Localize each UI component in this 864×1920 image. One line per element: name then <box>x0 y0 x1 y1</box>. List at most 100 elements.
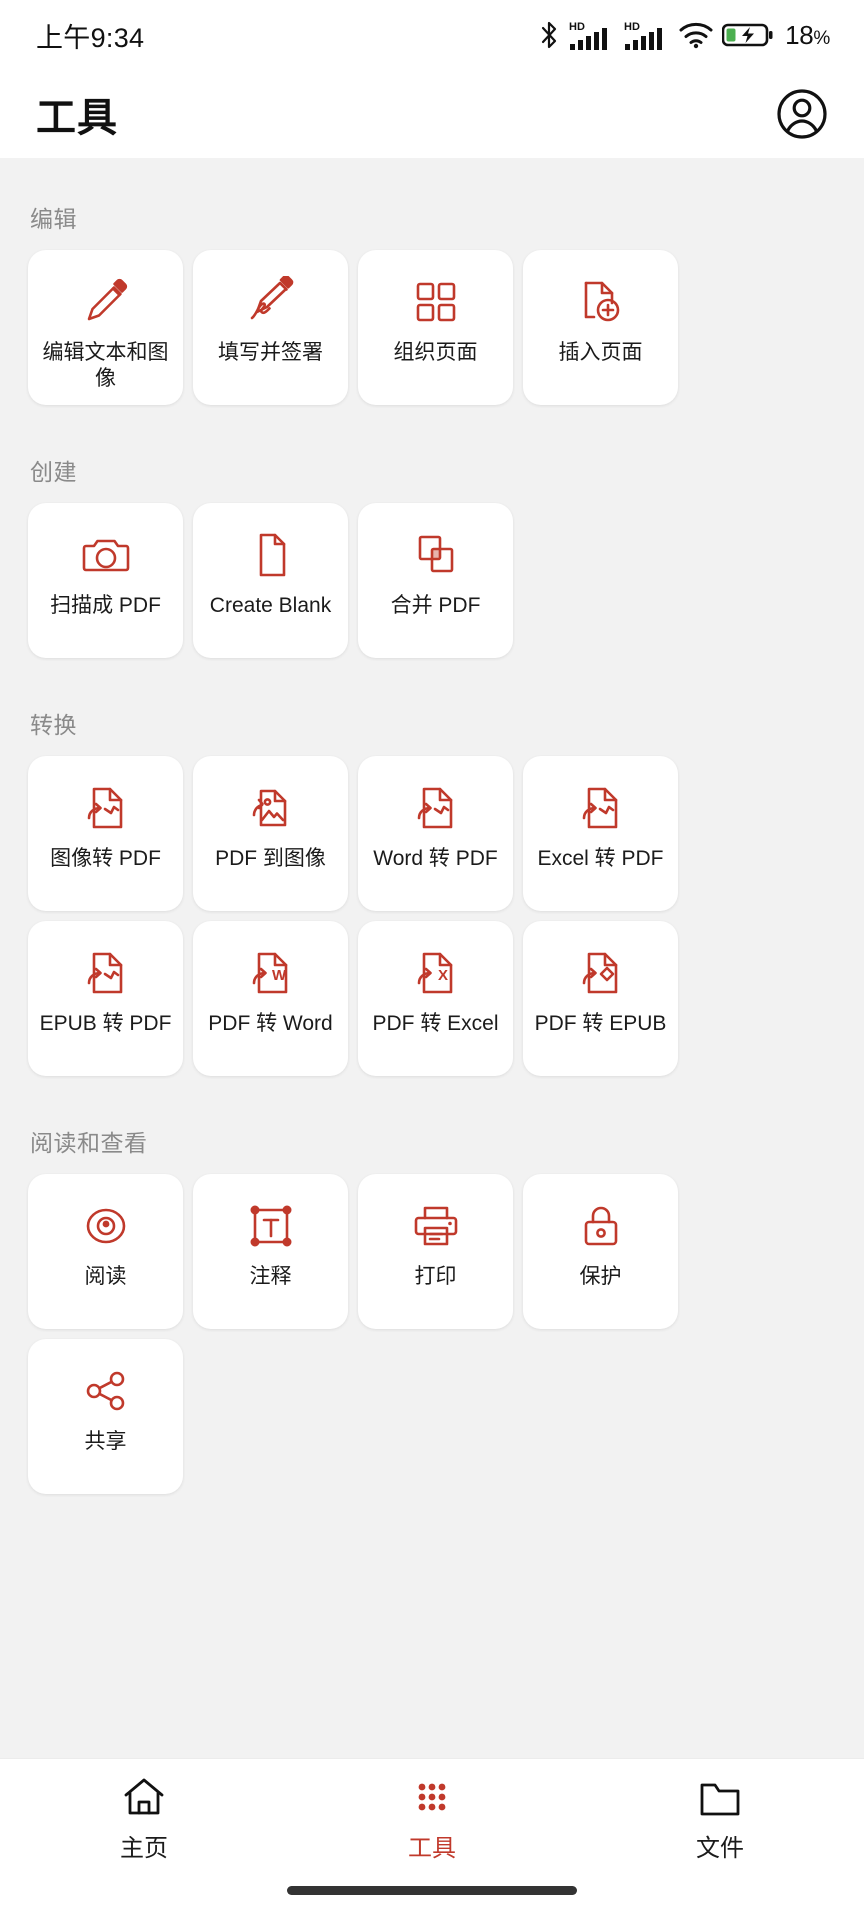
phone-screen: 上午9:34 HD HD 18% 工具 编辑 编辑文本和图像 填写并签署 组织页… <box>0 0 864 1920</box>
tool-card[interactable]: EPUB 转 PDF <box>28 921 183 1076</box>
tool-card-label: 注释 <box>249 1265 292 1288</box>
battery-percent-label: 18% <box>785 19 830 50</box>
status-icon-tray: HD HD 18% <box>538 19 830 51</box>
tool-card[interactable]: Word 转 PDF <box>358 756 513 911</box>
account-circle-icon[interactable] <box>772 84 832 144</box>
grid-pages-icon <box>410 276 462 328</box>
apps-grid-icon <box>409 1773 455 1821</box>
tool-grid: 图像转 PDF PDF 到图像 Word 转 PDF Excel 转 PDF EPUB … <box>28 756 836 1076</box>
status-bar: 上午9:34 HD HD 18% <box>0 0 864 70</box>
nav-item-tools[interactable]: 工具 <box>332 1773 532 1863</box>
tool-card-label: 保护 <box>579 1265 622 1288</box>
battery-charging-icon <box>722 21 774 49</box>
tool-card[interactable]: 扫描成 PDF <box>28 503 183 658</box>
tool-section: 编辑编辑文本和图像 填写并签署 组织页面 插入页面 <box>28 158 836 405</box>
svg-text:X: X <box>438 967 448 984</box>
tool-card-label: PDF 转 Word <box>208 1012 333 1035</box>
blank-page-icon <box>245 529 297 581</box>
tool-card[interactable]: Create Blank <box>193 503 348 658</box>
tool-card[interactable]: 阅读 <box>28 1174 183 1329</box>
tool-card[interactable]: 编辑文本和图像 <box>28 250 183 405</box>
tool-card-label: PDF 到图像 <box>215 847 326 870</box>
tool-card[interactable]: PDF 到图像 <box>193 756 348 911</box>
tool-card-label: PDF 转 EPUB <box>534 1012 667 1035</box>
convert-to-pdf-icon <box>80 947 132 999</box>
tool-card-label: 共享 <box>84 1430 127 1453</box>
hd-signal-icon: HD <box>569 19 615 51</box>
pdf-to-epub-icon <box>575 947 627 999</box>
tool-card[interactable]: W PDF 转 Word <box>193 921 348 1076</box>
bluetooth-icon <box>538 20 560 50</box>
nav-item-home[interactable]: 主页 <box>44 1773 244 1863</box>
merge-icon <box>410 529 462 581</box>
tool-card-label: 组织页面 <box>393 341 478 364</box>
section-title: 创建 <box>30 459 77 485</box>
convert-to-pdf-icon <box>80 782 132 834</box>
pencil-icon <box>80 276 132 328</box>
folder-icon <box>697 1773 743 1821</box>
tool-card[interactable]: 插入页面 <box>523 250 678 405</box>
tool-grid: 扫描成 PDF Create Blank 合并 PDF <box>28 503 836 658</box>
tool-card[interactable]: 填写并签署 <box>193 250 348 405</box>
section-title: 转换 <box>30 712 77 738</box>
status-clock: 上午9:34 <box>36 22 145 53</box>
bottom-navigation: 主页 工具 文件 <box>0 1758 864 1886</box>
tool-card[interactable]: Excel 转 PDF <box>523 756 678 911</box>
text-annotation-icon <box>245 1200 297 1252</box>
nav-item-files[interactable]: 文件 <box>620 1773 820 1863</box>
page-title: 工具 <box>36 96 118 140</box>
tool-card[interactable]: 共享 <box>28 1339 183 1494</box>
svg-text:W: W <box>272 967 287 984</box>
tool-card-label: Excel 转 PDF <box>537 847 664 870</box>
home-indicator-area <box>0 1886 864 1920</box>
tool-section: 创建扫描成 PDF Create Blank 合并 PDF <box>28 411 836 658</box>
tool-card-label: 阅读 <box>84 1265 127 1288</box>
tool-card-label: 编辑文本和图像 <box>42 341 169 391</box>
tool-card-label: PDF 转 Excel <box>372 1012 499 1035</box>
pdf-to-word-icon: W <box>245 947 297 999</box>
tool-grid: 阅读 注释 打印 保护共享 <box>28 1174 836 1494</box>
tool-card-label: 打印 <box>414 1265 457 1288</box>
tool-card[interactable]: 组织页面 <box>358 250 513 405</box>
nav-item-label: 工具 <box>408 1835 456 1862</box>
home-icon <box>121 1773 167 1821</box>
svg-text:HD: HD <box>569 21 585 33</box>
tool-card-label: Create Blank <box>209 594 332 617</box>
lock-icon <box>575 1200 627 1252</box>
tool-card-label: EPUB 转 PDF <box>39 1012 172 1035</box>
tool-card-label: 合并 PDF <box>390 594 481 617</box>
share-icon <box>80 1365 132 1417</box>
tool-card[interactable]: 合并 PDF <box>358 503 513 658</box>
pen-signature-icon <box>245 276 297 328</box>
page-add-icon <box>575 276 627 328</box>
tools-scroll-area[interactable]: 编辑编辑文本和图像 填写并签署 组织页面 插入页面创建扫描成 PDF Create Bl… <box>0 158 864 1758</box>
pdf-to-image-icon <box>245 782 297 834</box>
section-title: 阅读和查看 <box>30 1130 148 1156</box>
tool-card-label: 扫描成 PDF <box>50 594 161 617</box>
tool-card[interactable]: 保护 <box>523 1174 678 1329</box>
camera-icon <box>80 529 132 581</box>
tool-card-label: 填写并签署 <box>218 341 323 364</box>
tool-card-label: 图像转 PDF <box>50 847 161 870</box>
tool-card[interactable]: 注释 <box>193 1174 348 1329</box>
pdf-to-excel-icon: X <box>410 947 462 999</box>
tool-card-label: 插入页面 <box>558 341 643 364</box>
tool-card[interactable]: PDF 转 EPUB <box>523 921 678 1076</box>
section-title: 编辑 <box>30 206 77 232</box>
nav-item-label: 主页 <box>120 1835 168 1862</box>
tool-card[interactable]: X PDF 转 Excel <box>358 921 513 1076</box>
tool-card[interactable]: 图像转 PDF <box>28 756 183 911</box>
eye-icon <box>80 1200 132 1252</box>
wifi-icon <box>679 21 713 49</box>
svg-text:HD: HD <box>624 21 640 33</box>
tool-section: 阅读和查看阅读 注释 打印 保护共享 <box>28 1082 836 1494</box>
nav-item-label: 文件 <box>696 1835 744 1862</box>
tool-card-label: Word 转 PDF <box>373 847 498 870</box>
app-header: 工具 <box>0 70 864 158</box>
tool-grid: 编辑文本和图像 填写并签署 组织页面 插入页面 <box>28 250 836 405</box>
printer-icon <box>410 1200 462 1252</box>
hd-signal-icon-2: HD <box>624 19 670 51</box>
convert-to-pdf-icon <box>575 782 627 834</box>
home-indicator[interactable] <box>287 1886 577 1895</box>
tool-card[interactable]: 打印 <box>358 1174 513 1329</box>
